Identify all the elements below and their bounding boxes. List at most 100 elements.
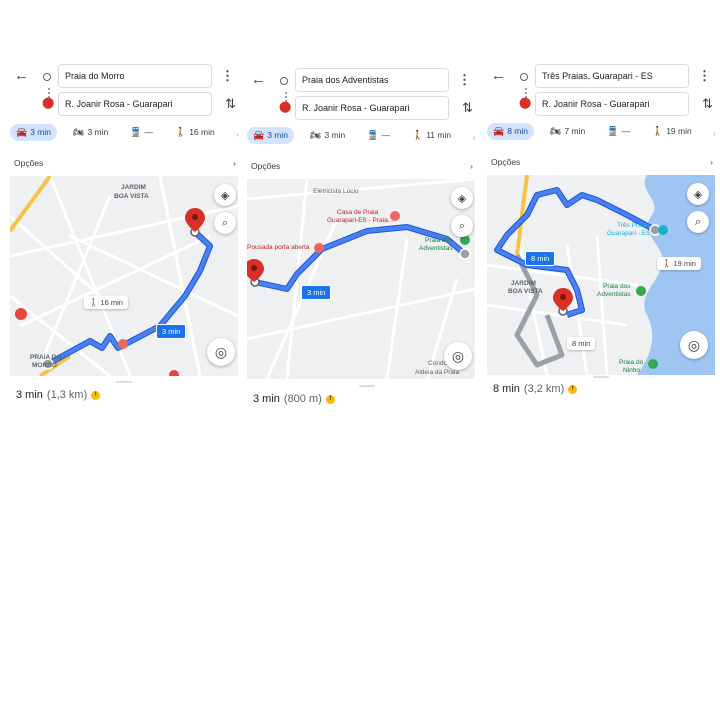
my-location-icon[interactable]: ◎ bbox=[207, 338, 235, 366]
map-label-praia-dos: Praia dos bbox=[603, 283, 631, 290]
mode-car[interactable]: 🚘 3 min bbox=[10, 123, 58, 141]
swap-icon[interactable]: ⇅ bbox=[702, 93, 713, 115]
transit-icon: 🚆 bbox=[130, 126, 142, 137]
warning-icon: ! bbox=[568, 384, 578, 394]
origin-input[interactable]: Três Praias, Guarapari - ES bbox=[535, 64, 689, 88]
map-label-praia: PRAIA DO bbox=[30, 354, 62, 361]
route-time: 3 min bbox=[253, 393, 280, 405]
route-distance: (800 m) bbox=[283, 393, 322, 405]
back-arrow-icon[interactable]: ← bbox=[251, 69, 266, 91]
mode-label: — bbox=[381, 130, 390, 140]
layers-icon[interactable]: ◈ bbox=[687, 183, 709, 205]
more-options-icon[interactable]: ⋮ bbox=[698, 65, 711, 87]
travel-modes: 🚘3 min 🏍3 min 🚆— 🚶11 min 🚲3 bbox=[247, 125, 475, 145]
mode-label: — bbox=[621, 126, 630, 136]
map-label-boa-vista: BOA VISTA bbox=[508, 288, 543, 295]
directions-panel-3: ← Três Praias, Guarapari - ES ⋮ ⬤ R. Joa… bbox=[487, 58, 715, 408]
map-label-praia-do: Praia do bbox=[619, 359, 644, 366]
sheet-handle[interactable] bbox=[116, 381, 132, 383]
mode-motorcycle[interactable]: 🏍 3 min bbox=[304, 127, 351, 144]
my-location-icon[interactable]: ◎ bbox=[444, 342, 472, 370]
more-options-icon[interactable]: ⋮ bbox=[221, 65, 234, 87]
transit-icon: 🚆 bbox=[607, 125, 619, 136]
destination-input[interactable]: R. Joanir Rosa - Guarapari bbox=[535, 92, 689, 116]
drive-time-badge: 8 min bbox=[525, 251, 556, 266]
map-label-aldeia: Aldeia da Praia bbox=[415, 369, 460, 376]
destination-input[interactable]: R. Joanir Rosa - Guarapari bbox=[295, 96, 449, 120]
mode-walk[interactable]: 🚶 11 min bbox=[406, 127, 457, 144]
options-row[interactable]: Opções › bbox=[491, 155, 713, 169]
map-label-casa-de-praia: Casa de Praia bbox=[337, 209, 379, 216]
origin-row: ← Praia do Morro ⋮ bbox=[10, 64, 238, 88]
mode-motorcycle[interactable]: 🏍 3 min bbox=[67, 124, 114, 141]
directions-panel-1: ← Praia do Morro ⋮ ⬤ R. Joanir Rosa - Gu… bbox=[10, 58, 238, 408]
destination-pin-icon: ⬤ bbox=[279, 101, 292, 113]
route-time: 3 min bbox=[16, 389, 43, 401]
destination-input[interactable]: R. Joanir Rosa - Guarapari bbox=[58, 92, 212, 116]
mode-transit[interactable]: 🚆 — bbox=[601, 123, 636, 140]
my-location-icon[interactable]: ◎ bbox=[680, 331, 708, 359]
mode-label: 8 min bbox=[507, 126, 529, 136]
more-options-icon[interactable]: ⋮ bbox=[458, 69, 471, 91]
destination-pin-icon: ⬤ bbox=[42, 97, 55, 109]
route-time: 8 min bbox=[493, 383, 520, 395]
map-label-guarapari-praia: Guarapari-ES - Praia... bbox=[327, 217, 394, 224]
mode-label: 16 min bbox=[189, 127, 215, 137]
swap-icon[interactable]: ⇅ bbox=[225, 93, 236, 115]
travel-modes: 🚘3 min 🏍3 min 🚆— 🚶16 min 🚲5 m bbox=[10, 122, 238, 142]
mode-car[interactable]: 🚘 3 min bbox=[247, 126, 295, 144]
map-label-guarapari: Guarapari - ES bbox=[607, 230, 651, 237]
options-label: Opções bbox=[14, 158, 44, 168]
mode-bike[interactable]: 🚲3 bbox=[467, 127, 475, 144]
map-view[interactable]: JARDIM BOA VISTA PRAIA DO MORRO ◈ ⌕ ◎ 3 … bbox=[10, 176, 238, 376]
drive-time-badge: 3 min bbox=[301, 285, 332, 300]
mode-transit[interactable]: 🚆 — bbox=[124, 124, 159, 141]
layers-icon[interactable]: ◈ bbox=[214, 184, 236, 206]
mode-car[interactable]: 🚘 8 min bbox=[487, 122, 535, 140]
map-label-boa-vista: BOA VISTA bbox=[114, 193, 149, 200]
search-icon[interactable]: ⌕ bbox=[687, 211, 709, 233]
mode-label: 11 min bbox=[426, 130, 452, 140]
origin-circle-icon bbox=[520, 73, 528, 81]
map-view[interactable]: Eletricista Lúcio Casa de Praia Guarapar… bbox=[247, 179, 475, 379]
walk-icon: 🚶 bbox=[174, 126, 187, 137]
walk-icon: 🚶 bbox=[651, 125, 664, 136]
mode-bike[interactable]: 🚲5 m bbox=[231, 124, 238, 141]
map-label-jardim: JARDIM bbox=[121, 184, 146, 191]
options-label: Opções bbox=[491, 157, 521, 167]
map-view[interactable]: Três Praias Guarapari - ES JARDIM BOA VI… bbox=[487, 175, 715, 375]
origin-row: ← Praia dos Adventistas ⋮ bbox=[247, 68, 475, 92]
options-row[interactable]: Opções › bbox=[14, 156, 236, 170]
back-arrow-icon[interactable]: ← bbox=[14, 65, 29, 87]
options-row[interactable]: Opções › bbox=[251, 159, 473, 173]
mode-walk[interactable]: 🚶 16 min bbox=[169, 124, 221, 141]
search-icon[interactable]: ⌕ bbox=[451, 215, 473, 237]
sheet-handle[interactable] bbox=[593, 376, 609, 378]
mode-label: 19 min bbox=[666, 126, 692, 136]
swap-icon[interactable]: ⇅ bbox=[462, 97, 473, 119]
mode-transit[interactable]: 🚆 — bbox=[361, 127, 396, 144]
mode-bike[interactable]: 🚲8 bbox=[708, 123, 715, 140]
destination-pin-icon: ⬤ bbox=[519, 97, 532, 109]
map-label-praia-dos: Praia dos bbox=[425, 237, 453, 244]
search-icon[interactable]: ⌕ bbox=[214, 212, 236, 234]
origin-input[interactable]: Praia do Morro bbox=[58, 64, 212, 88]
mode-label: — bbox=[144, 127, 153, 137]
chevron-right-icon: › bbox=[470, 161, 473, 171]
mode-motorcycle[interactable]: 🏍 7 min bbox=[544, 123, 591, 140]
route-summary: 3 min (1,3 km) ! bbox=[16, 389, 101, 401]
directions-panel-2: ← Praia dos Adventistas ⋮ ⬤ R. Joanir Ro… bbox=[247, 62, 475, 412]
sheet-handle[interactable] bbox=[359, 385, 375, 387]
layers-icon[interactable]: ◈ bbox=[451, 187, 473, 209]
map-label-adventistas: Adventistas bbox=[597, 291, 631, 298]
walk-icon: 🚶 bbox=[411, 129, 424, 140]
back-arrow-icon[interactable]: ← bbox=[491, 65, 506, 87]
mode-walk[interactable]: 🚶 19 min bbox=[646, 123, 698, 140]
origin-input[interactable]: Praia dos Adventistas bbox=[295, 68, 449, 92]
walk-time-badge: 🚶 16 min bbox=[84, 296, 128, 309]
warning-icon: ! bbox=[325, 394, 335, 404]
alt-route-badge[interactable]: 8 min bbox=[567, 337, 596, 350]
drive-time-badge: 3 min bbox=[156, 324, 187, 339]
origin-circle-icon bbox=[43, 73, 51, 81]
transit-icon: 🚆 bbox=[367, 129, 379, 140]
